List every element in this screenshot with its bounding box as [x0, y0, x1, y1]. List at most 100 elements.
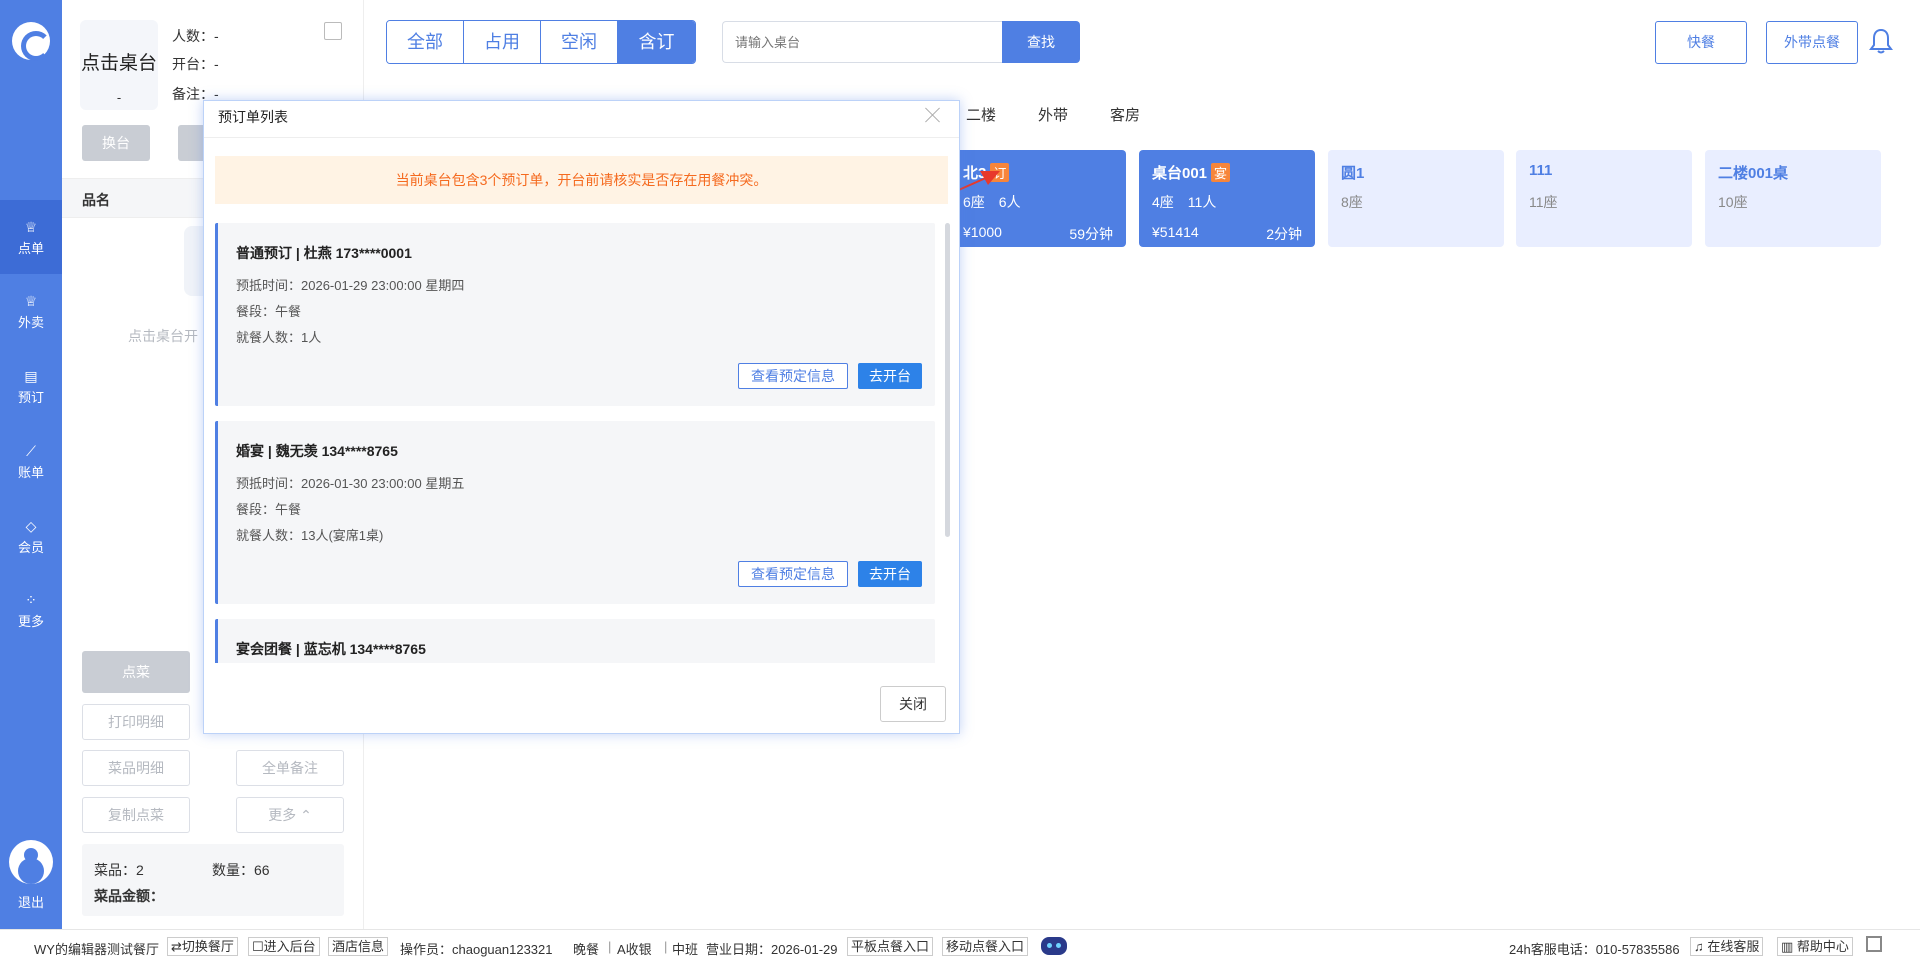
list-scrollbar[interactable]	[945, 223, 950, 537]
table-avatar[interactable]: 点击桌台 -	[80, 20, 158, 110]
fast-food-button[interactable]: 快餐	[1655, 21, 1747, 64]
print-detail-button[interactable]: 打印明细	[82, 704, 190, 740]
banquet-badge: 宴	[1211, 163, 1231, 182]
shift-label: 中班	[672, 942, 699, 957]
table-name: 二楼001桌	[1718, 165, 1789, 182]
table-info: 8座	[1341, 194, 1363, 210]
table-time: 2分钟	[1266, 226, 1302, 242]
help-center-button[interactable]: ▥ 帮助中心	[1777, 937, 1853, 956]
chart-icon: ⟋	[26, 443, 36, 459]
open-table-button[interactable]: 去开台	[858, 363, 922, 389]
dish-detail-button[interactable]: 菜品明细	[82, 750, 190, 786]
business-date: 营业日期：2026-01-29	[706, 942, 838, 957]
area-tab-takeout[interactable]: 外带	[1038, 104, 1068, 125]
search-button[interactable]: 查找	[1002, 21, 1080, 63]
col-name: 品名	[82, 192, 110, 208]
left-nav: ♕ 点单 ♕ 外卖 ▤ 预订 ⟋ 账单 ◇ 会员 ⁘ 更多 退出	[0, 0, 62, 929]
people-count: 人数：-	[172, 28, 219, 44]
table-info: 10座	[1718, 194, 1748, 210]
nav-item-member[interactable]: ◇ 会员	[0, 499, 62, 573]
table-info: 11座	[1529, 194, 1558, 210]
conflict-warning: 当前桌台包含3个预订单，开台前请核实是否存在用餐冲突。	[215, 156, 948, 204]
view-reservation-button[interactable]: 查看预定信息	[738, 561, 848, 587]
table-card[interactable]: 二楼001桌 10座	[1705, 150, 1881, 247]
arrive-time: 预抵时间：2026-01-30 23:00:00 星期五	[236, 476, 465, 491]
close-icon[interactable]	[923, 105, 943, 125]
status-bar: WY的编辑器测试餐厅 ⇄切换餐厅 ☐进入后台 酒店信息 操作员：chaoguan…	[0, 929, 1920, 963]
chef-hat-icon: ♕	[24, 293, 38, 309]
robot-icon[interactable]	[1041, 937, 1067, 955]
table-name: 圆1	[1341, 165, 1365, 182]
book-icon: ▥	[1781, 939, 1794, 954]
edit-icon[interactable]	[324, 22, 342, 40]
switch-restaurant-button[interactable]: ⇄切换餐厅	[167, 937, 238, 956]
order-dish-button[interactable]: 点菜	[82, 651, 190, 693]
meal-period: 餐段：午餐	[236, 502, 302, 517]
separator: |	[608, 939, 612, 954]
reservation-title: 宴会团餐 | 蓝忘机 134****8765	[236, 641, 426, 657]
dish-count: 菜品：2	[94, 862, 144, 878]
app-logo	[12, 22, 51, 61]
hotel-info-button[interactable]: 酒店信息	[328, 937, 389, 956]
nav-item-takeaway[interactable]: ♕ 外卖	[0, 274, 62, 348]
table-card[interactable]: 圆1 8座	[1328, 150, 1504, 247]
reservation-list-dialog: 预订单列表 当前桌台包含3个预订单，开台前请核实是否存在用餐冲突。 普通预订 |…	[203, 100, 960, 734]
open-table-button[interactable]: 去开台	[858, 561, 922, 587]
table-card[interactable]: 桌台001 宴 4座 11人 ¥51414 2分钟	[1139, 150, 1315, 247]
table-title: 点击桌台	[80, 53, 157, 74]
table-name: 111	[1529, 162, 1553, 179]
table-card[interactable]: 111 11座	[1516, 150, 1692, 247]
nav-item-reservation[interactable]: ▤ 预订	[0, 349, 62, 423]
mobile-order-entry[interactable]: 移动点餐入口	[942, 937, 1029, 956]
divider	[204, 137, 959, 138]
filter-occupied[interactable]: 占用	[464, 21, 541, 63]
nav-item-bills[interactable]: ⟋ 账单	[0, 424, 62, 498]
close-button[interactable]: 关闭	[880, 686, 946, 722]
headset-icon: ♫	[1694, 939, 1704, 954]
restaurant-name: WY的编辑器测试餐厅	[34, 942, 159, 957]
arrive-time: 预抵时间：2026-01-29 23:00:00 星期四	[236, 278, 465, 293]
copy-dish-button[interactable]: 复制点菜	[82, 797, 190, 833]
avatar[interactable]	[9, 840, 53, 884]
operator: 操作员：chaoguan123321	[400, 942, 553, 957]
logout-button[interactable]: 退出	[0, 892, 62, 911]
chef-hat-icon: ♕	[24, 219, 38, 235]
filter-all[interactable]: 全部	[387, 21, 464, 63]
view-reservation-button[interactable]: 查看预定信息	[738, 363, 848, 389]
table-dash: -	[116, 90, 122, 105]
diamond-icon: ◇	[25, 518, 37, 534]
empty-text: 点击桌台开	[128, 328, 198, 344]
order-note-button[interactable]: 全单备注	[236, 750, 344, 786]
open-time: 开台：-	[172, 56, 219, 72]
swap-table-button[interactable]: 换台	[82, 125, 150, 161]
separator: |	[664, 939, 668, 954]
filter-free[interactable]: 空闲	[541, 21, 618, 63]
cashier-label: A收银	[617, 942, 652, 957]
filter-reserved[interactable]: 含订	[618, 21, 695, 63]
guest-count: 就餐人数：1人	[236, 330, 322, 345]
more-button[interactable]: 更多 ⌃	[236, 797, 344, 833]
online-service-button[interactable]: ♫ 在线客服	[1690, 937, 1764, 956]
reservation-title: 婚宴 | 魏无羡 134****8765	[236, 443, 398, 459]
nav-item-order[interactable]: ♕ 点单	[0, 200, 62, 274]
enter-backend-button[interactable]: ☐进入后台	[248, 937, 320, 956]
meal-label: 晚餐	[573, 942, 600, 957]
table-search-input[interactable]	[722, 21, 1004, 63]
hotline: 24h客服电话：010-57835586	[1509, 942, 1680, 957]
fullscreen-icon[interactable]	[1866, 936, 1882, 952]
reservation-list[interactable]: 普通预订 | 杜燕 173****0001 预抵时间：2026-01-29 23…	[215, 223, 948, 663]
meal-period: 餐段：午餐	[236, 304, 302, 319]
tablet-order-entry[interactable]: 平板点餐入口	[847, 937, 934, 956]
guest-count: 就餐人数：13人(宴席1桌)	[236, 528, 384, 543]
reservation-card: 普通预订 | 杜燕 173****0001 预抵时间：2026-01-29 23…	[215, 223, 935, 406]
bell-icon[interactable]	[1869, 28, 1893, 54]
area-tab-rooms[interactable]: 客房	[1110, 104, 1140, 125]
nav-item-more[interactable]: ⁘ 更多	[0, 573, 62, 647]
reservation-title: 普通预订 | 杜燕 173****0001	[236, 245, 412, 261]
takeaway-order-button[interactable]: 外带点餐	[1766, 21, 1858, 64]
dish-amount: 菜品金额：	[94, 888, 164, 904]
table-time: 59分钟	[1069, 226, 1113, 242]
table-price: ¥51414	[1152, 224, 1199, 240]
reservation-card: 婚宴 | 魏无羡 134****8765 预抵时间：2026-01-30 23:…	[215, 421, 935, 604]
area-tab-floor2[interactable]: 二楼	[966, 104, 996, 125]
